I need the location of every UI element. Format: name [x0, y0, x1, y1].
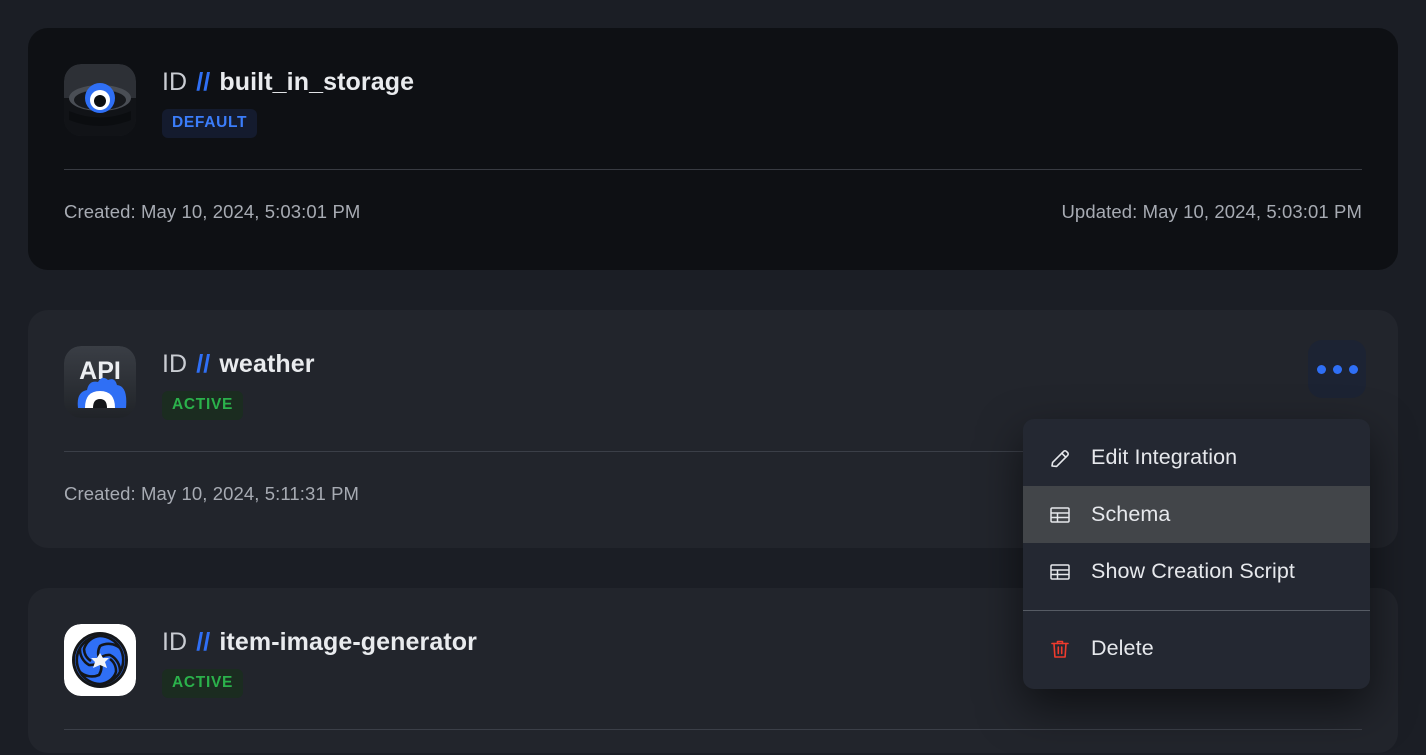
card-title-block: ID // item-image-generator ACTIVE — [162, 624, 477, 698]
kebab-dot-icon — [1316, 364, 1326, 374]
card-footer: Created: May 10, 2024, 5:03:01 PM Update… — [64, 170, 1362, 223]
page-title: ID // item-image-generator — [162, 628, 477, 657]
menu-item-label: Edit Integration — [1091, 445, 1238, 469]
kebab-dot-icon — [1332, 364, 1342, 374]
menu-separator — [1023, 610, 1370, 611]
integration-name: item-image-generator — [219, 628, 478, 656]
card-header: ID // built_in_storage DEFAULT — [64, 64, 1362, 138]
integration-name: weather — [219, 350, 315, 378]
menu-item-delete[interactable]: Delete — [1023, 620, 1370, 677]
id-label: ID — [162, 68, 188, 96]
updated-timestamp: Updated: May 10, 2024, 5:03:01 PM — [1061, 200, 1362, 222]
id-label: ID — [162, 628, 188, 656]
menu-item-label: Show Creation Script — [1091, 559, 1295, 583]
id-label: ID — [162, 350, 188, 378]
id-separator: // — [196, 628, 211, 656]
card-title-block: ID // weather ACTIVE — [162, 346, 315, 420]
kebab-dot-icon — [1348, 364, 1358, 374]
item-image-generator-icon — [64, 624, 136, 696]
page-title: ID // weather — [162, 350, 315, 379]
trash-icon — [1047, 636, 1073, 662]
id-separator: // — [196, 350, 211, 378]
built-in-storage-icon — [64, 64, 136, 136]
menu-item-edit-integration[interactable]: Edit Integration — [1023, 429, 1370, 486]
card-divider — [64, 728, 1362, 730]
card-header: API ID // weather ACTIVE — [64, 346, 1362, 420]
integrations-page: ID // built_in_storage DEFAULT Created: … — [0, 0, 1426, 755]
integration-card[interactable]: ID // built_in_storage DEFAULT Created: … — [28, 28, 1398, 270]
page-title: ID // built_in_storage — [162, 68, 414, 97]
card-title-block: ID // built_in_storage DEFAULT — [162, 64, 414, 138]
id-separator: // — [196, 68, 211, 96]
table-icon — [1047, 502, 1073, 528]
context-menu: Edit Integration Schema Show Creation Sc… — [1023, 419, 1370, 689]
created-timestamp: Created: May 10, 2024, 5:03:01 PM — [64, 200, 361, 222]
status-badge: ACTIVE — [162, 390, 244, 420]
menu-item-label: Delete — [1091, 636, 1154, 660]
card-actions-menu-button[interactable] — [1308, 340, 1366, 398]
created-timestamp: Created: May 10, 2024, 5:11:31 PM — [64, 482, 360, 504]
status-badge: ACTIVE — [162, 668, 244, 698]
integration-name: built_in_storage — [219, 68, 415, 96]
menu-item-label: Schema — [1091, 502, 1171, 526]
menu-item-show-creation-script[interactable]: Show Creation Script — [1023, 543, 1370, 600]
table-icon — [1047, 559, 1073, 585]
status-badge: DEFAULT — [162, 108, 258, 138]
api-weather-icon: API — [64, 346, 136, 418]
pencil-icon — [1047, 445, 1073, 471]
menu-item-schema[interactable]: Schema — [1023, 486, 1370, 543]
